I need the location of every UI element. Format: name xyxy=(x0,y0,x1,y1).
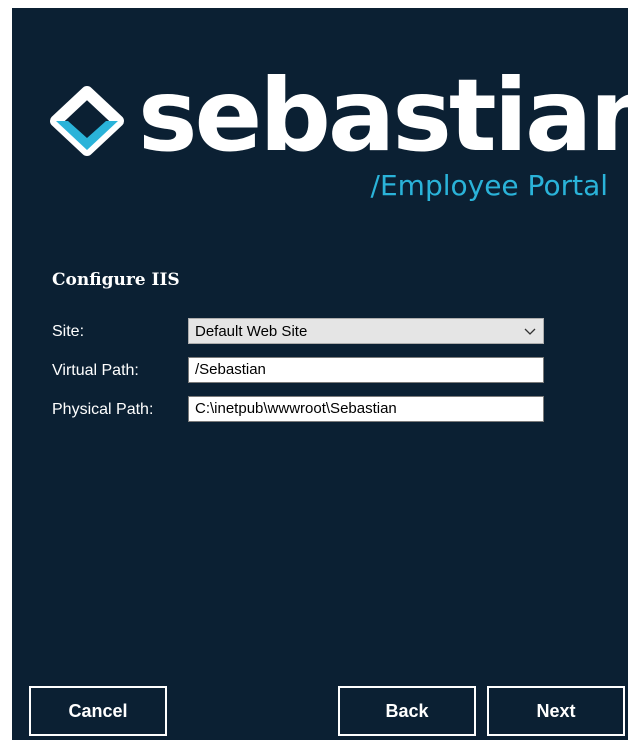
physical-path-input[interactable]: C:\inetpub\wwwroot\Sebastian xyxy=(188,396,544,422)
site-dropdown[interactable]: Default Web Site xyxy=(188,318,544,344)
back-button[interactable]: Back xyxy=(338,686,476,736)
installer-window: sebastian /Employee Portal Configure IIS… xyxy=(12,8,632,740)
sebastian-logo-icon xyxy=(50,86,124,156)
brand-tagline: /Employee Portal xyxy=(370,169,608,202)
section-title: Configure IIS xyxy=(52,270,180,290)
chevron-down-icon xyxy=(524,328,536,335)
next-button[interactable]: Next xyxy=(487,686,625,736)
brand-name: sebastian xyxy=(138,57,632,174)
virtual-path-label: Virtual Path: xyxy=(52,362,139,379)
site-dropdown-value: Default Web Site xyxy=(195,323,308,340)
cancel-button[interactable]: Cancel xyxy=(29,686,167,736)
virtual-path-input[interactable]: /Sebastian xyxy=(188,357,544,383)
physical-path-label: Physical Path: xyxy=(52,401,154,418)
site-label: Site: xyxy=(52,323,85,340)
